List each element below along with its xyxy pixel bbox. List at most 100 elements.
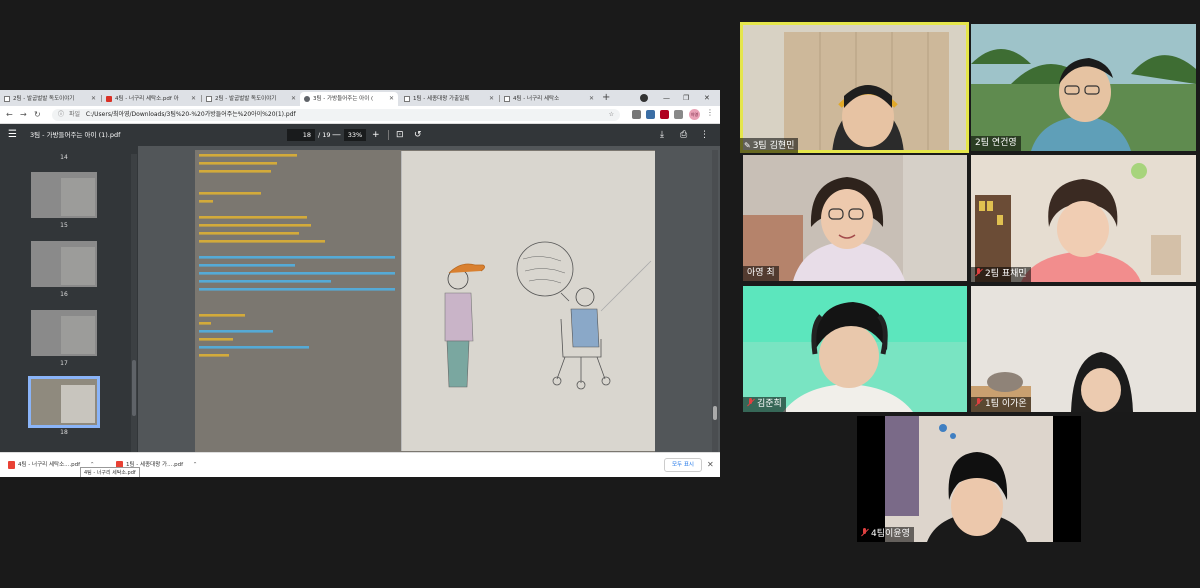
toolbar-divider	[388, 130, 389, 140]
video-feed	[971, 24, 1196, 151]
participant-name-tag: 아영 최	[743, 266, 779, 281]
video-tile-participant-1[interactable]: ✎ 3팀 김현민	[740, 22, 969, 153]
thumbnail-page-15[interactable]	[31, 172, 97, 218]
close-icon[interactable]: ✕	[589, 92, 594, 106]
forward-button[interactable]: →	[20, 109, 27, 121]
participant-name-tag: 1팀 이가온	[971, 397, 1031, 412]
zoom-out-button[interactable]: —	[332, 124, 341, 146]
muted-mic-icon	[747, 398, 754, 407]
chevron-up-icon[interactable]: ⌃	[193, 462, 198, 468]
close-download-bar-icon[interactable]: ✕	[707, 458, 714, 472]
pin-icon: ✎	[744, 141, 751, 150]
doc-icon	[504, 96, 510, 102]
browser-tab-6[interactable]: 4팀 - 너구리 세탁소 ✕	[500, 92, 598, 106]
info-icon[interactable]: ⓘ	[58, 111, 64, 118]
illustration-image	[400, 151, 655, 451]
close-icon[interactable]: ✕	[191, 92, 196, 106]
zoom-in-button[interactable]: +	[372, 124, 380, 146]
page-total: / 19	[318, 131, 331, 139]
browser-tab-5[interactable]: 1팀 - 세종대왕 가출일록 ✕	[400, 92, 498, 106]
tab-search-icon[interactable]	[640, 94, 648, 102]
close-icon[interactable]: ✕	[91, 92, 96, 106]
close-window-button[interactable]: ✕	[704, 91, 710, 105]
profile-avatar[interactable]: 아영	[689, 109, 700, 120]
show-all-downloads-button[interactable]: 모두 표시	[664, 458, 702, 472]
video-feed	[971, 286, 1196, 412]
video-feed	[743, 286, 967, 412]
back-button[interactable]: ←	[6, 109, 13, 121]
pdf-title: 3팀 - 가방들어주는 아이 (1).pdf	[30, 131, 121, 139]
download-filename: 4팀 - 너구리 세탁소....pdf	[18, 462, 81, 468]
video-feed	[857, 416, 1081, 542]
muted-mic-icon	[975, 268, 982, 277]
browser-tab-4-active[interactable]: 3팀 - 가방들어주는 아이 ( ✕	[300, 92, 398, 106]
video-tile-participant-4[interactable]: 2팀 표채민	[971, 155, 1196, 282]
maximize-button[interactable]: ❐	[683, 91, 689, 105]
gmail-icon	[106, 96, 112, 102]
video-tile-participant-5[interactable]: 김준희	[743, 286, 967, 412]
tab-label: 1팀 - 세종대왕 가출일록	[413, 96, 470, 102]
thumbnail-page-number: 16	[60, 291, 68, 298]
fit-page-icon[interactable]: ⊡	[396, 124, 404, 146]
video-feed	[743, 155, 967, 281]
video-feed	[740, 22, 969, 153]
thumbnail-page-number: 15	[60, 222, 68, 229]
thumbnail-page-number: 18	[60, 429, 68, 436]
close-icon[interactable]: ✕	[291, 92, 296, 106]
zoom-level-input[interactable]: 33%	[344, 129, 366, 141]
extensions-puzzle-icon[interactable]	[674, 110, 683, 119]
browser-tab-3[interactable]: 2팀 - 발굽벌발 독도이야기 ✕	[202, 92, 300, 106]
more-options-icon[interactable]: ⋮	[700, 124, 709, 146]
close-icon[interactable]: ✕	[389, 92, 394, 106]
download-icon[interactable]: ⤓	[660, 124, 664, 146]
participant-name-tag: 2팀 표채민	[971, 267, 1031, 282]
pdf-toolbar: ☰ 3팀 - 가방들어주는 아이 (1).pdf 18 / 19 — 33% +…	[0, 124, 720, 146]
hamburger-menu-icon[interactable]: ☰	[8, 127, 17, 143]
doc-icon	[404, 96, 410, 102]
pdf-thumbnail-sidebar: 14 15 16 17 18	[0, 146, 138, 452]
thumbnail-page-18-selected[interactable]	[28, 376, 100, 428]
viewer-scrollbar[interactable]	[712, 150, 718, 452]
participant-name-tag: ✎ 3팀 김현민	[740, 138, 799, 153]
pdf-page	[195, 150, 655, 452]
close-icon[interactable]: ✕	[489, 92, 494, 106]
bookmark-star-icon[interactable]: ☆	[609, 109, 614, 121]
participant-name-tag: 2팀 연건영	[971, 136, 1021, 151]
extension-icon[interactable]	[646, 110, 655, 119]
muted-mic-icon	[861, 528, 868, 537]
video-tile-participant-3[interactable]: 아영 최	[743, 155, 967, 281]
print-icon[interactable]: ⎙	[680, 124, 687, 146]
video-tile-participant-2[interactable]: 2팀 연건영	[971, 24, 1196, 151]
page-number-input[interactable]: 18	[287, 129, 315, 141]
sidebar-scrollbar[interactable]	[131, 154, 137, 452]
video-tile-participant-7[interactable]: 4팀이윤영	[857, 416, 1081, 542]
download-bar: 4팀 - 너구리 세탁소....pdf ⌃ 1팀 - 세종대왕 가....pdf…	[0, 452, 720, 477]
muted-mic-icon	[975, 398, 982, 407]
download-tooltip: 4팀 - 너구리 세탁소.pdf	[80, 467, 140, 477]
new-tab-button[interactable]: +	[602, 91, 610, 105]
doc-icon	[4, 96, 10, 102]
browser-menu-icon[interactable]: ⋮	[706, 108, 714, 117]
reload-button[interactable]: ↻	[34, 109, 41, 121]
tab-label: 2팀 - 발굽벌발 독도이야기	[215, 96, 277, 102]
extension-icon[interactable]	[632, 110, 641, 119]
tab-label: 2팀 - 발굽벌발 독도이야기	[13, 96, 75, 102]
minimize-button[interactable]: —	[663, 91, 670, 105]
protocol-label: 파일	[68, 111, 80, 118]
address-input[interactable]: ⓘ 파일 C:/Users/최아영/Downloads/3팀%20-%20가방들…	[52, 109, 620, 121]
extension-icon[interactable]	[660, 110, 669, 119]
browser-tab-2[interactable]: 4팀 - 너구리 세탁소.pdf 아 ✕	[102, 92, 200, 106]
address-bar-row: ← → ↻ ⓘ 파일 C:/Users/최아영/Downloads/3팀%20-…	[0, 106, 720, 124]
thumbnail-page-number: 17	[60, 360, 68, 367]
pdf-file-icon	[8, 461, 15, 469]
tab-label: 4팀 - 너구리 세탁소.pdf 아	[115, 96, 179, 102]
thumbnail-page-16[interactable]	[31, 241, 97, 287]
thumbnail-page-17[interactable]	[31, 310, 97, 356]
url-text: C:/Users/최아영/Downloads/3팀%20-%20가방들어주는%2…	[85, 111, 296, 118]
browser-tab-1[interactable]: 2팀 - 발굽벌발 독도이야기 ✕	[0, 92, 100, 106]
tab-label: 4팀 - 너구리 세탁소	[513, 96, 560, 102]
rotate-icon[interactable]: ↺	[414, 124, 422, 146]
video-tile-participant-6[interactable]: 1팀 이가온	[971, 286, 1196, 412]
zoom-meeting-window: 2팀 - 발굽벌발 독도이야기 ✕ 4팀 - 너구리 세탁소.pdf 아 ✕ 2…	[0, 0, 1200, 588]
thumbnail-page-number: 14	[60, 154, 68, 161]
